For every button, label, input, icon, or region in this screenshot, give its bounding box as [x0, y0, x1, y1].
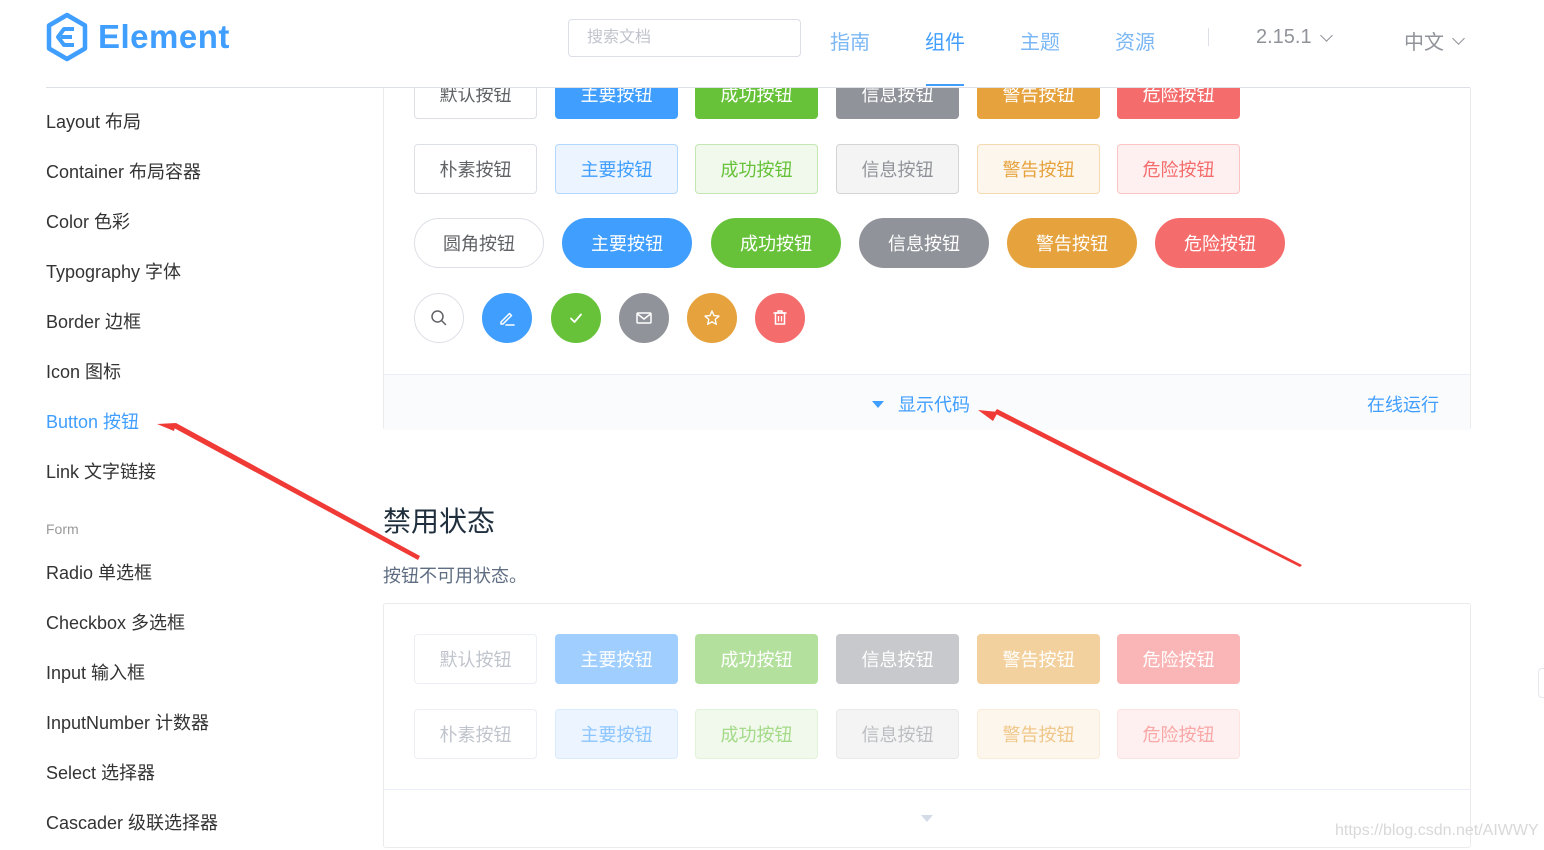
circle-star-button[interactable] — [687, 293, 737, 343]
disabled-primary-button[interactable]: 主要按钮 — [555, 634, 678, 684]
show-code-toggle[interactable]: 显示代码 — [872, 391, 970, 417]
disabled-warning-button[interactable]: 警告按钮 — [977, 634, 1100, 684]
side-scroll-handle[interactable] — [1538, 668, 1544, 698]
round-default-button[interactable]: 圆角按钮 — [414, 218, 544, 268]
plain-primary-button[interactable]: 主要按钮 — [555, 144, 678, 194]
nav-resource[interactable]: 资源 — [1115, 26, 1155, 55]
sidebar-item-button[interactable]: Button 按钮 — [46, 408, 139, 434]
circle-delete-button[interactable] — [755, 293, 805, 343]
message-icon — [636, 312, 652, 324]
check-icon — [570, 313, 582, 323]
sidebar-group-form: Form — [46, 521, 79, 537]
disabled-plain-success-button[interactable]: 成功按钮 — [695, 709, 818, 759]
disabled-info-button[interactable]: 信息按钮 — [836, 634, 959, 684]
circle-search-button[interactable] — [414, 293, 464, 343]
run-online-link[interactable]: 在线运行 — [1367, 391, 1439, 417]
round-success-button[interactable]: 成功按钮 — [711, 218, 841, 268]
sidebar-item-cascader[interactable]: Cascader 级联选择器 — [46, 809, 218, 835]
sidebar-item-layout[interactable]: Layout 布局 — [46, 108, 141, 134]
caret-down-icon[interactable] — [921, 815, 933, 822]
sidebar-item-color[interactable]: Color 色彩 — [46, 208, 130, 234]
plain-success-button[interactable]: 成功按钮 — [695, 144, 818, 194]
disabled-plain-danger-button[interactable]: 危险按钮 — [1117, 709, 1240, 759]
disabled-demo-block: 默认按钮 主要按钮 成功按钮 信息按钮 警告按钮 危险按钮 朴素按钮 主要按钮 … — [383, 603, 1471, 848]
nav-theme[interactable]: 主题 — [1020, 26, 1060, 55]
version-dropdown[interactable]: 2.15.1 — [1256, 26, 1333, 49]
brand-name: Element — [98, 18, 230, 55]
round-primary-button[interactable]: 主要按钮 — [562, 218, 692, 268]
search-icon — [431, 310, 447, 326]
edit-icon — [500, 312, 515, 326]
search-input[interactable] — [568, 19, 801, 57]
sidebar-item-link[interactable]: Link 文字链接 — [46, 458, 156, 484]
plain-default-button[interactable]: 朴素按钮 — [414, 144, 537, 194]
star-icon — [704, 310, 720, 325]
element-logo-icon — [46, 12, 88, 62]
delete-icon — [773, 310, 787, 325]
sidebar-item-icon[interactable]: Icon 图标 — [46, 358, 121, 384]
round-warning-button[interactable]: 警告按钮 — [1007, 218, 1137, 268]
top-header: Element 指南 组件 主题 资源 2.15.1 中文 — [0, 0, 1544, 88]
language-label: 中文 — [1404, 32, 1444, 54]
caret-down-icon — [872, 400, 884, 408]
disabled-plain-default-button[interactable]: 朴素按钮 — [414, 709, 537, 759]
logo[interactable]: Element — [44, 12, 230, 62]
annotation-arrow-left — [157, 423, 420, 560]
annotation-arrow-right — [978, 409, 1302, 567]
disabled-plain-warning-button[interactable]: 警告按钮 — [977, 709, 1100, 759]
chevron-down-icon — [1452, 31, 1465, 45]
watermark: https://blog.csdn.net/AIWWY — [1335, 822, 1539, 839]
language-dropdown[interactable]: 中文 — [1404, 26, 1465, 55]
disabled-default-button[interactable]: 默认按钮 — [414, 634, 537, 684]
sidebar-item-radio[interactable]: Radio 单选框 — [46, 559, 152, 585]
nav-component[interactable]: 组件 — [925, 26, 965, 55]
plain-danger-button[interactable]: 危险按钮 — [1117, 144, 1240, 194]
round-danger-button[interactable]: 危险按钮 — [1155, 218, 1285, 268]
nav-active-indicator — [926, 84, 964, 86]
sidebar-item-container[interactable]: Container 布局容器 — [46, 158, 201, 184]
disabled-success-button[interactable]: 成功按钮 — [695, 634, 818, 684]
sidebar-item-inputnumber[interactable]: InputNumber 计数器 — [46, 709, 209, 735]
sidebar-item-input[interactable]: Input 输入框 — [46, 659, 145, 685]
header-divider — [46, 87, 1470, 88]
section-title-disabled: 禁用状态 — [383, 506, 496, 537]
button-demo-block: 默认按钮 主要按钮 成功按钮 信息按钮 警告按钮 危险按钮 朴素按钮 主要按钮 … — [383, 60, 1471, 430]
nav-guide[interactable]: 指南 — [830, 26, 870, 55]
sidebar-item-select[interactable]: Select 选择器 — [46, 759, 155, 785]
section-description: 按钮不可用状态。 — [383, 566, 527, 586]
sidebar-item-typography[interactable]: Typography 字体 — [46, 258, 181, 284]
round-info-button[interactable]: 信息按钮 — [859, 218, 989, 268]
disabled-plain-primary-button[interactable]: 主要按钮 — [555, 709, 678, 759]
circle-check-button[interactable] — [551, 293, 601, 343]
circle-edit-button[interactable] — [482, 293, 532, 343]
sidebar-item-border[interactable]: Border 边框 — [46, 308, 141, 334]
nav-divider — [1208, 28, 1209, 46]
sidebar-item-checkbox[interactable]: Checkbox 多选框 — [46, 609, 185, 635]
demo-control-bar — [384, 789, 1470, 845]
show-code-label: 显示代码 — [898, 395, 970, 415]
disabled-plain-info-button[interactable]: 信息按钮 — [836, 709, 959, 759]
plain-warning-button[interactable]: 警告按钮 — [977, 144, 1100, 194]
demo-control-bar: 显示代码 在线运行 — [384, 374, 1470, 430]
plain-info-button[interactable]: 信息按钮 — [836, 144, 959, 194]
version-label: 2.15.1 — [1256, 26, 1312, 48]
chevron-down-icon — [1319, 28, 1333, 42]
circle-message-button[interactable] — [619, 293, 669, 343]
disabled-danger-button[interactable]: 危险按钮 — [1117, 634, 1240, 684]
